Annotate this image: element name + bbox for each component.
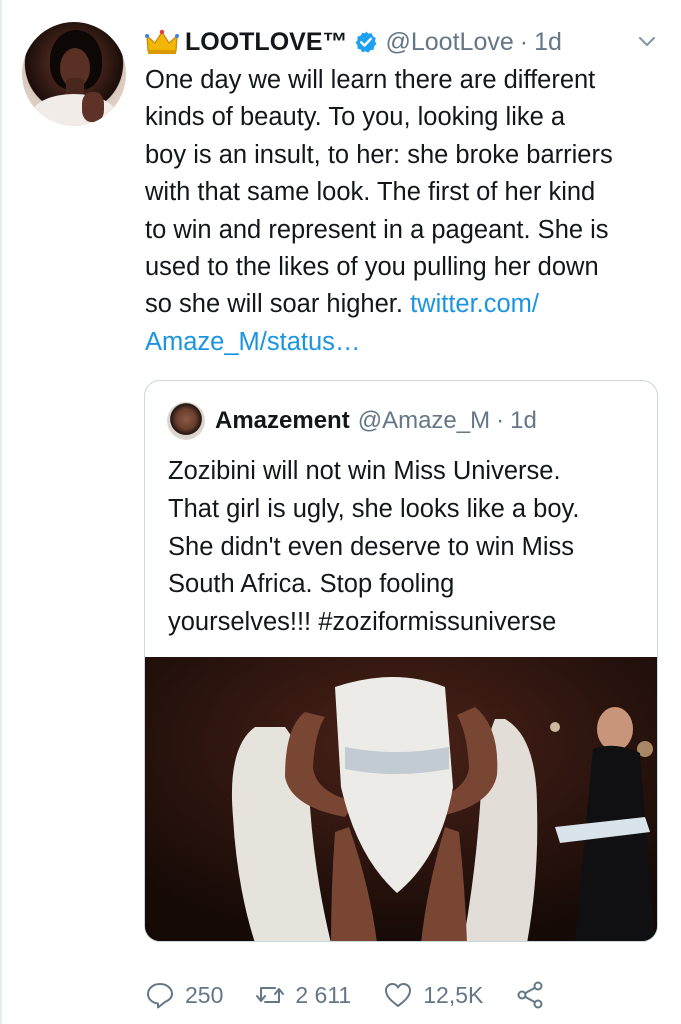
left-rail (0, 0, 2, 1024)
quoted-tweet-photo[interactable] (145, 657, 657, 941)
retweet-count: 2 611 (295, 981, 352, 1008)
chevron-down-icon[interactable] (636, 30, 658, 52)
reply-count: 250 (185, 981, 224, 1008)
quoted-tweet-body: Zozibini will not win Miss Universe. Tha… (168, 453, 638, 642)
quoted-tweet-line: South Africa. Stop fooling (168, 570, 455, 599)
tweet-line: so she will soar higher. (145, 290, 403, 319)
author-display-name[interactable]: LOOTLOVE™ (185, 28, 348, 57)
retweet-button[interactable]: 2 611 (255, 980, 351, 1010)
like-icon (385, 983, 412, 1007)
tweet-line: used to the likes of you pulling her dow… (145, 253, 599, 282)
header-separator: · (519, 27, 529, 56)
tweet-line: One day we will learn there are differen… (145, 66, 596, 94)
photo-illustration (145, 657, 657, 941)
tweet-time[interactable]: 1d (534, 28, 562, 57)
reply-icon (147, 983, 173, 1009)
quoted-tweet-line: She didn't even deserve to win Miss (168, 532, 574, 561)
tweet-line: to win and represent in a pageant. She i… (145, 215, 609, 244)
share-icon (517, 981, 543, 1009)
quoted-tweet-line: Zozibini will not win Miss Universe. (168, 457, 561, 485)
verified-badge-icon (354, 30, 378, 54)
share-button[interactable] (515, 980, 545, 1010)
avatar-hand (82, 92, 104, 122)
quoted-tweet-header: Amazement @Amaze_M · 1d (167, 401, 537, 441)
quoted-tweet-card[interactable]: Amazement @Amaze_M · 1d Zozibini will no… (144, 380, 658, 942)
like-count: 12,5K (423, 981, 484, 1008)
crown-icon (145, 29, 179, 55)
quoted-header-separator: · (496, 407, 505, 434)
tweet-line-with-link: so she will soar higher. twitter.com/ (145, 286, 665, 323)
author-avatar[interactable] (22, 22, 126, 126)
quoted-tweet-time[interactable]: 1d (510, 407, 537, 435)
quoted-tweet-line: yourselves!!! #zoziformissuniverse (168, 608, 557, 637)
quoted-author-avatar[interactable] (167, 402, 205, 440)
tweet-actions: 250 2 611 12,5K (145, 976, 545, 1014)
tweet-header: LOOTLOVE™ @LootLove · 1d (145, 24, 659, 60)
quoted-author-display-name[interactable]: Amazement (215, 407, 350, 435)
retweet-icon (256, 987, 285, 1003)
tweet-line: with that same look. The first of her ki… (145, 178, 596, 207)
tweet-body: One day we will learn there are differen… (145, 62, 665, 361)
quoted-tweet-line: That girl is ugly, she looks like a boy. (168, 494, 580, 523)
quoted-tweet-link-continued[interactable]: Amaze_M/status… (145, 328, 360, 356)
author-handle[interactable]: @LootLove (386, 28, 514, 57)
quoted-tweet-link[interactable]: twitter.com/ (410, 290, 539, 318)
tweet-line: boy is an insult, to her: she broke barr… (145, 140, 613, 169)
like-button[interactable]: 12,5K (383, 980, 483, 1010)
quoted-author-handle[interactable]: @Amaze_M (358, 407, 490, 435)
tweet-line: kinds of beauty. To you, looking like a (145, 103, 566, 132)
reply-button[interactable]: 250 (145, 980, 223, 1010)
